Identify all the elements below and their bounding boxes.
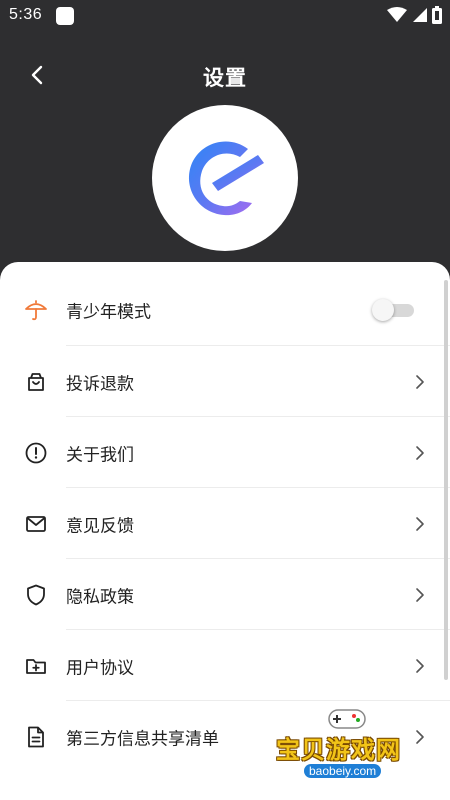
chevron-right-icon <box>416 658 424 673</box>
app-notification-icon <box>56 7 74 25</box>
status-icons <box>387 6 442 26</box>
chevron-right-icon <box>416 587 424 602</box>
battery-icon <box>432 6 442 24</box>
document-icon <box>28 726 44 747</box>
settings-item-user-agreement[interactable]: 用户协议 <box>0 630 450 701</box>
header: 设置 <box>0 52 450 100</box>
mail-icon <box>26 515 46 532</box>
youth-mode-toggle[interactable] <box>372 298 414 321</box>
settings-item-label: 投诉退款 <box>66 374 134 393</box>
chevron-right-icon <box>416 516 424 531</box>
settings-item-label: 意见反馈 <box>66 516 134 535</box>
settings-item-label: 用户协议 <box>66 658 134 677</box>
wifi-icon <box>387 7 408 22</box>
app-logo-e-icon <box>188 141 264 216</box>
settings-item-youth-mode[interactable]: 青少年模式 <box>0 274 450 345</box>
settings-item-label: 青少年模式 <box>66 302 151 321</box>
chevron-right-icon <box>416 374 424 389</box>
info-circle-icon <box>25 442 47 463</box>
settings-item-label: 关于我们 <box>66 445 134 464</box>
umbrella-icon <box>25 299 47 320</box>
watermark-url: baobeiy.com <box>304 764 382 778</box>
scrollbar[interactable] <box>444 280 448 680</box>
status-time: 5:36 <box>9 6 43 23</box>
settings-item-label: 隐私政策 <box>66 587 134 606</box>
settings-item-privacy-policy[interactable]: 隐私政策 <box>0 559 450 630</box>
gamepad-icon <box>328 709 366 729</box>
settings-item-feedback[interactable]: 意见反馈 <box>0 488 450 559</box>
page-title: 设置 <box>203 67 247 90</box>
status-bar: 5:36 <box>0 0 450 32</box>
watermark: 宝贝游戏网 baobeiy.com <box>272 702 422 784</box>
watermark-text: 宝贝游戏网 <box>276 737 401 764</box>
shopping-bag-icon <box>28 372 44 391</box>
settings-item-complaint-refund[interactable]: 投诉退款 <box>0 346 450 417</box>
app-logo <box>152 105 298 251</box>
settings-item-about-us[interactable]: 关于我们 <box>0 417 450 488</box>
shield-icon <box>27 584 45 605</box>
folder-plus-icon <box>26 658 46 674</box>
toggle-thumb <box>372 298 394 321</box>
signal-icon <box>412 8 427 22</box>
chevron-right-icon <box>416 445 424 460</box>
settings-item-label: 第三方信息共享清单 <box>66 729 219 748</box>
